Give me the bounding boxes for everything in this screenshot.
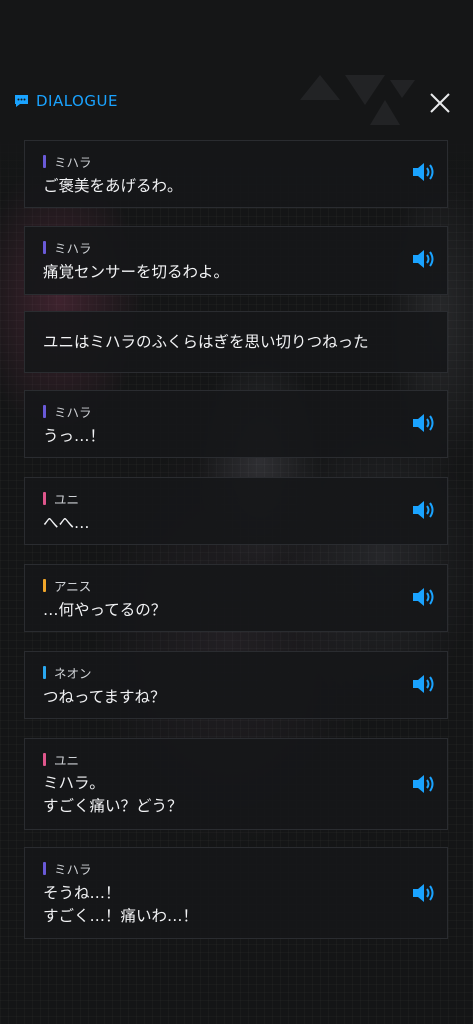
speaker-name: ネオン	[54, 665, 92, 681]
dialogue-entry: ミハラ うっ…！	[24, 390, 448, 458]
dialogue-list[interactable]: ミハラ ご褒美をあげるわ。 ミハラ 痛覚センサーを切るわよ。 ユニはミハラのふく…	[0, 0, 473, 1024]
dialogue-text: そうね…！ すごく…！痛いわ…！	[43, 884, 199, 925]
speaker-voice-icon[interactable]	[411, 673, 437, 695]
speaker-name: ユニ	[54, 491, 80, 507]
dialogue-text: うっ…！	[43, 427, 106, 445]
speaker-voice-icon[interactable]	[411, 499, 437, 521]
speaker-tag: ミハラ	[43, 404, 92, 420]
dialogue-entry: ミハラ 痛覚センサーを切るわよ。	[24, 226, 448, 295]
speaker-name: アニス	[54, 578, 92, 594]
speaker-name: ユニ	[54, 752, 80, 768]
speaker-voice-icon[interactable]	[411, 882, 437, 904]
speaker-color-bar	[43, 154, 46, 168]
dialogue-text: へへ…	[43, 514, 90, 532]
speaker-color-bar	[43, 665, 46, 679]
speaker-color-bar	[43, 861, 46, 875]
dialogue-text: ミハラ。 すごく痛い？どう？	[43, 774, 183, 815]
speaker-color-bar	[43, 752, 46, 766]
speaker-voice-icon[interactable]	[411, 161, 437, 183]
narration-text: ユニはミハラのふくらはぎを思い切りつねった	[43, 333, 369, 351]
speaker-tag: ミハラ	[43, 154, 92, 170]
speaker-color-bar	[43, 578, 46, 592]
dialogue-entry: アニス …何やってるの？	[24, 564, 448, 632]
speaker-name: ミハラ	[54, 404, 92, 420]
speaker-tag: ミハラ	[43, 240, 92, 256]
speaker-tag: ユニ	[43, 491, 80, 507]
speaker-tag: ユニ	[43, 752, 80, 768]
dialogue-entry: ユニ ミハラ。 すごく痛い？どう？	[24, 738, 448, 830]
speaker-voice-icon[interactable]	[411, 586, 437, 608]
speaker-voice-icon[interactable]	[411, 248, 437, 270]
speaker-name: ミハラ	[54, 861, 92, 877]
dialogue-entry: ミハラ ご褒美をあげるわ。	[24, 140, 448, 208]
dialogue-entry: ミハラ そうね…！ すごく…！痛いわ…！	[24, 847, 448, 939]
speaker-tag: ネオン	[43, 665, 92, 681]
dialogue-entry: ネオン つねってますね？	[24, 651, 448, 719]
speaker-name: ミハラ	[54, 154, 92, 170]
speaker-voice-icon[interactable]	[411, 412, 437, 434]
speaker-name: ミハラ	[54, 240, 92, 256]
speaker-voice-icon[interactable]	[411, 773, 437, 795]
speaker-tag: アニス	[43, 578, 92, 594]
dialogue-text: つねってますね？	[43, 688, 166, 706]
dialogue-text: …何やってるの？	[43, 601, 167, 619]
speaker-color-bar	[43, 240, 46, 254]
narration-entry: ユニはミハラのふくらはぎを思い切りつねった	[24, 311, 448, 373]
dialogue-entry: ユニ へへ…	[24, 477, 448, 545]
dialogue-text: 痛覚センサーを切るわよ。	[43, 263, 230, 281]
speaker-tag: ミハラ	[43, 861, 92, 877]
dialogue-text: ご褒美をあげるわ。	[43, 177, 183, 195]
speaker-color-bar	[43, 404, 46, 418]
speaker-color-bar	[43, 491, 46, 505]
